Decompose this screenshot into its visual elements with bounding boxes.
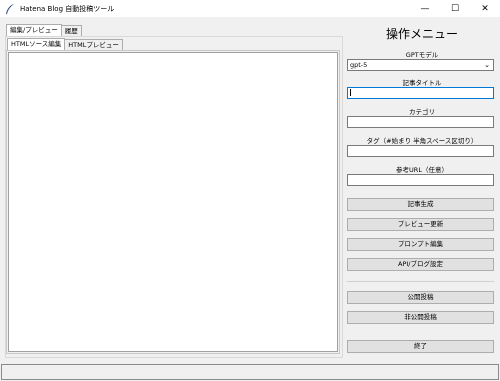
model-label: GPTモデル xyxy=(405,51,439,59)
menu-divider xyxy=(347,281,494,282)
title-bar: Hatena Blog 自動投稿ツール — ☐ ✕ xyxy=(0,0,500,17)
close-button[interactable]: ✕ xyxy=(470,0,500,17)
exit-button[interactable]: 終了 xyxy=(347,340,494,353)
status-bar xyxy=(1,364,499,380)
minimize-button[interactable]: — xyxy=(410,0,440,17)
ref-url-input[interactable] xyxy=(347,174,494,186)
ref-url-label: 参考URL（任意） xyxy=(396,166,448,174)
tab-edit-preview[interactable]: 編集/プレビュー xyxy=(6,24,62,36)
tags-label: タグ（#始まり 半角スペース区切り） xyxy=(366,137,478,145)
model-select[interactable]: gpt-5 ⌄ xyxy=(347,59,494,71)
publish-button[interactable]: 公開投稿 xyxy=(347,291,494,304)
draft-post-button[interactable]: 非公開投稿 xyxy=(347,311,494,324)
article-title-input[interactable] xyxy=(347,87,494,99)
html-source-editor[interactable] xyxy=(8,52,338,352)
preview-update-button[interactable]: プレビュー更新 xyxy=(347,218,494,231)
tab-history[interactable]: 履歴 xyxy=(60,25,82,36)
window-title: Hatena Blog 自動投稿ツール xyxy=(20,4,115,13)
tags-input[interactable] xyxy=(347,145,494,157)
category-label: カテゴリ xyxy=(409,108,435,116)
tab-html-preview[interactable]: HTMLプレビュー xyxy=(64,39,123,50)
prompt-edit-button[interactable]: プロンプト編集 xyxy=(347,238,494,251)
api-blog-settings-button[interactable]: API/ブログ設定 xyxy=(347,258,494,271)
tab-html-source[interactable]: HTMLソース編集 xyxy=(7,38,66,50)
model-select-value: gpt-5 xyxy=(350,61,368,69)
text-caret xyxy=(350,89,351,96)
category-input[interactable] xyxy=(347,116,494,128)
inner-tab-bar: HTMLソース編集 HTMLプレビュー xyxy=(7,38,123,50)
outer-tab-bar: 編集/プレビュー 履歴 xyxy=(6,24,82,36)
maximize-button[interactable]: ☐ xyxy=(440,0,470,17)
generate-article-button[interactable]: 記事生成 xyxy=(347,198,494,211)
feather-icon xyxy=(6,3,14,14)
article-title-label: 記事タイトル xyxy=(402,79,442,87)
chevron-down-icon: ⌄ xyxy=(484,61,490,69)
menu-title: 操作メニュー xyxy=(385,27,458,41)
